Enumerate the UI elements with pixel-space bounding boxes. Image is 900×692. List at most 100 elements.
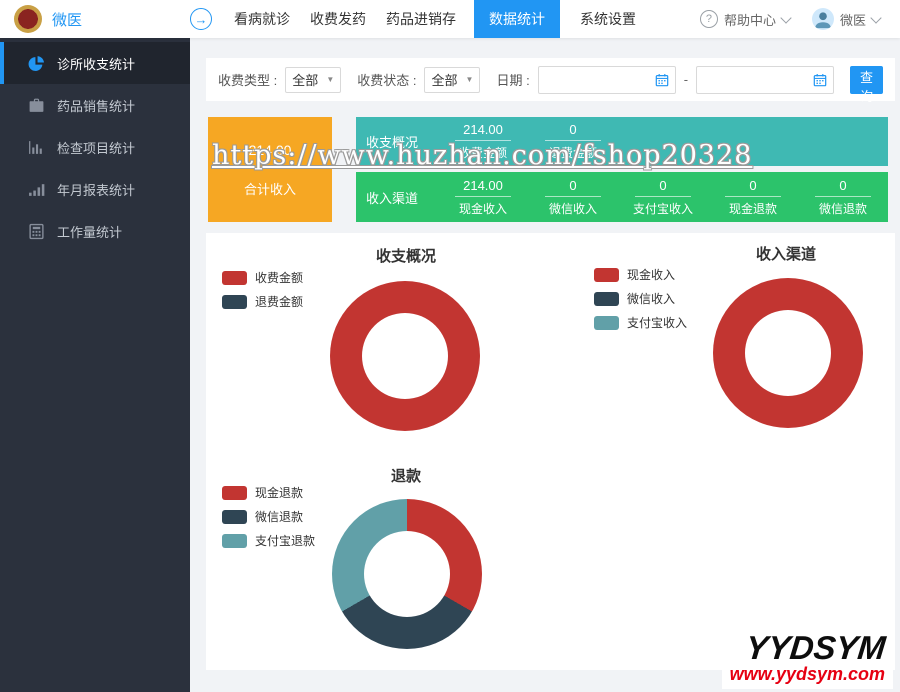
legend-label: 现金收入 xyxy=(627,266,675,283)
sidebar-item[interactable]: 药品销售统计 xyxy=(0,84,190,126)
help-icon[interactable]: ? xyxy=(700,10,718,28)
channel-card: 收入渠道 214.00现金收入0微信收入0支付宝收入0现金退款0微信退款 xyxy=(356,172,888,222)
channel-card-title: 收入渠道 xyxy=(356,172,438,222)
caret-down-icon: ▼ xyxy=(466,75,474,84)
overview-card-stats: 214.00 收费金额0退费金额 xyxy=(438,117,618,166)
overview-card-title: 收支概况 xyxy=(356,117,438,166)
legend-label: 收费金额 xyxy=(255,269,303,286)
nav-tab[interactable]: 数据统计 xyxy=(474,0,560,38)
sidebar-item[interactable]: 诊所收支统计 xyxy=(0,42,190,84)
nav-tab[interactable]: 药品进销存 xyxy=(386,0,456,38)
chart-legend: 收费金额退费金额 xyxy=(222,269,303,310)
donut-hole xyxy=(362,313,448,399)
legend-label: 微信收入 xyxy=(627,290,675,307)
fee-status-select[interactable]: 全部 ▼ xyxy=(424,67,480,93)
top-nav: 看病就诊收费发药药品进销存数据统计系统设置 xyxy=(224,0,646,38)
stat-value: 214.00 xyxy=(438,122,528,137)
total-income-value: 214.00 xyxy=(249,142,292,158)
legend-swatch xyxy=(222,271,247,285)
donut-chart[interactable] xyxy=(713,278,863,428)
fee-type-value: 全部 xyxy=(292,70,318,89)
legend-item[interactable]: 收费金额 xyxy=(222,269,303,286)
stat-divider xyxy=(455,196,511,197)
fee-type-select[interactable]: 全部 ▼ xyxy=(285,67,341,93)
legend-swatch xyxy=(222,295,247,309)
legend-item[interactable]: 支付宝收入 xyxy=(594,314,687,331)
stat-label: 收费金额 xyxy=(438,144,528,161)
pie-chart-icon xyxy=(28,55,45,72)
search-button[interactable]: 查询 xyxy=(850,66,883,94)
nav-tab[interactable]: 系统设置 xyxy=(580,0,636,38)
stat-column: 0微信收入 xyxy=(528,172,618,222)
site-brandmark: YYDSYM www.yydsym.com xyxy=(722,629,893,689)
donut-chart[interactable] xyxy=(330,281,480,431)
sidebar: 诊所收支统计药品销售统计检查项目统计年月报表统计工作量统计 xyxy=(0,38,190,692)
donut-chart[interactable] xyxy=(332,499,482,649)
caret-down-icon: ▼ xyxy=(326,75,334,84)
collapse-arrow-icon[interactable]: → xyxy=(190,8,212,30)
app-brand: 微医 xyxy=(0,5,190,33)
bar-chart-icon xyxy=(28,139,45,156)
legend-label: 支付宝退款 xyxy=(255,532,315,549)
legend-label: 现金退款 xyxy=(255,484,303,501)
nav-tab[interactable]: 看病就诊 xyxy=(234,0,290,38)
calendar-icon[interactable] xyxy=(655,73,669,87)
app-title: 微医 xyxy=(52,9,82,30)
date-range-separator: - xyxy=(684,72,688,87)
stat-divider xyxy=(635,196,691,197)
top-header: 微医 → 看病就诊收费发药药品进销存数据统计系统设置 ? 帮助中心 微医 xyxy=(0,0,900,38)
sidebar-item[interactable]: 年月报表统计 xyxy=(0,168,190,210)
sidebar-item[interactable]: 检查项目统计 xyxy=(0,126,190,168)
stat-label: 微信退款 xyxy=(798,200,888,217)
chart-legend: 现金收入微信收入支付宝收入 xyxy=(594,266,687,331)
stat-label: 现金收入 xyxy=(438,200,528,217)
fee-status-label: 收费状态 : xyxy=(357,70,416,89)
sidebar-item-label: 诊所收支统计 xyxy=(57,54,135,73)
charts-panel: 收支概况 收费金额退费金额 收入渠道 现金收入微信收入支付宝收入 退款 现金退款… xyxy=(206,233,895,670)
stat-label: 退费金额 xyxy=(528,144,618,161)
legend-label: 支付宝收入 xyxy=(627,314,687,331)
donut-hole xyxy=(745,310,831,396)
chart-title: 退款 xyxy=(266,465,546,486)
legend-swatch xyxy=(594,292,619,306)
sidebar-item-label: 药品销售统计 xyxy=(57,96,135,115)
sidebar-item-label: 年月报表统计 xyxy=(57,180,135,199)
nav-tab[interactable]: 收费发药 xyxy=(310,0,366,38)
legend-swatch xyxy=(594,316,619,330)
stat-column: 0现金退款 xyxy=(708,172,798,222)
legend-swatch xyxy=(222,486,247,500)
stat-divider xyxy=(545,196,601,197)
fee-status-value: 全部 xyxy=(431,70,457,89)
channel-card-stats: 214.00现金收入0微信收入0支付宝收入0现金退款0微信退款 xyxy=(438,172,888,222)
legend-item[interactable]: 支付宝退款 xyxy=(222,532,315,549)
help-center-link[interactable]: 帮助中心 xyxy=(724,10,776,29)
date-end-box xyxy=(696,66,834,94)
calculator-icon xyxy=(28,223,45,240)
user-name[interactable]: 微医 xyxy=(840,10,866,29)
legend-label: 退费金额 xyxy=(255,293,303,310)
legend-item[interactable]: 现金收入 xyxy=(594,266,687,283)
stat-divider xyxy=(455,140,511,141)
stat-column: 0退费金额 xyxy=(528,117,618,166)
legend-item[interactable]: 微信退款 xyxy=(222,508,315,525)
user-avatar[interactable] xyxy=(812,8,834,30)
chevron-down-icon xyxy=(870,12,881,23)
stat-column: 0支付宝收入 xyxy=(618,172,708,222)
legend-item[interactable]: 现金退款 xyxy=(222,484,315,501)
legend-item[interactable]: 微信收入 xyxy=(594,290,687,307)
legend-swatch xyxy=(222,510,247,524)
header-right: ? 帮助中心 微医 xyxy=(700,8,900,30)
sidebar-item[interactable]: 工作量统计 xyxy=(0,210,190,252)
stat-value: 0 xyxy=(528,178,618,193)
stat-label: 现金退款 xyxy=(708,200,798,217)
signal-bars-icon xyxy=(28,181,45,198)
filter-bar: 收费类型 : 全部 ▼ 收费状态 : 全部 ▼ 日期 : - 查询 xyxy=(206,58,895,101)
calendar-icon[interactable] xyxy=(813,73,827,87)
chart-title: 收入渠道 xyxy=(646,243,900,264)
date-label: 日期 : xyxy=(496,70,529,89)
legend-item[interactable]: 退费金额 xyxy=(222,293,303,310)
brandmark-name: YYDSYM xyxy=(728,631,887,664)
legend-swatch xyxy=(594,268,619,282)
overview-card: 收支概况 214.00 收费金额0退费金额 xyxy=(356,117,888,166)
legend-label: 微信退款 xyxy=(255,508,303,525)
